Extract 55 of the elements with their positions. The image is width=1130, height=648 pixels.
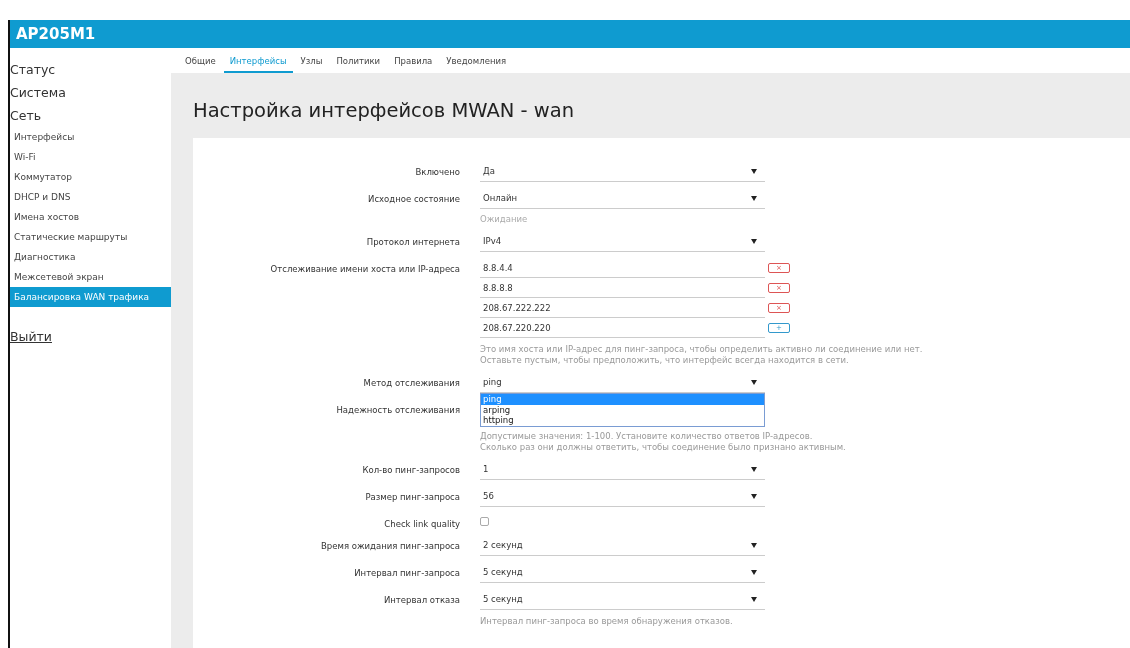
tab[interactable]: Правила (388, 48, 439, 73)
dropdown[interactable]: 1 (480, 459, 765, 480)
nav-item[interactable]: Сеть (10, 104, 48, 127)
nav-subitem[interactable]: Wi-Fi (10, 147, 171, 167)
nav-subitem[interactable]: Коммутатор (10, 167, 171, 187)
caret-icon (751, 596, 757, 602)
app-title: AP205M1 (16, 25, 96, 43)
status-note: Ожидание (480, 213, 528, 225)
dropdown[interactable]: Да (480, 161, 765, 182)
dropdown[interactable]: 5 секунд (480, 562, 765, 583)
caret-icon (751, 569, 757, 575)
caret-icon (751, 493, 757, 499)
tab[interactable]: Политики (330, 48, 387, 73)
dropdown[interactable]: 5 секунд (480, 589, 765, 610)
nav-subitem[interactable]: Интерфейсы (10, 127, 171, 147)
field-label: Интервал пинг-запроса (354, 567, 460, 578)
field-label: Кол-во пинг-запросов (362, 464, 460, 475)
caret-icon (751, 466, 757, 472)
field-label: Включено (415, 166, 460, 177)
nav-item[interactable]: Статус (10, 58, 62, 81)
field-label: Время ожидания пинг-запроса (321, 540, 460, 551)
dropdown[interactable]: 56 (480, 486, 765, 507)
field-label: Check link quality (384, 518, 460, 529)
dropdown-option[interactable]: httping (481, 415, 764, 426)
nav-item[interactable]: Система (10, 81, 72, 104)
dropdown[interactable]: IPv4 (480, 231, 765, 252)
caret-icon (751, 379, 757, 385)
help-text: Интервал пинг-запроса во время обнаружения отказов. (480, 616, 733, 627)
dropdown-option[interactable]: arping (481, 404, 764, 415)
nav-subitem[interactable]: Диагностика (10, 247, 171, 267)
dropdown[interactable]: 2 секунд (480, 535, 765, 556)
caret-icon (751, 168, 757, 174)
field-label: Надежность отслеживания (336, 404, 460, 415)
tab[interactable]: Общие (179, 48, 222, 73)
caret-icon (751, 238, 757, 244)
nav-subitem[interactable]: Статические маршруты (10, 227, 171, 247)
dropdown[interactable]: Онлайн (480, 188, 765, 209)
field-label: Отслеживание имени хоста или IP-адреса (270, 263, 460, 274)
field-label: Метод отслеживания (363, 377, 460, 388)
help-text: Это имя хоста или IP-адрес для пинг-запроса, чтобы определить активно ли соединение или нет. Оставьте пустым, чтобы предположить, что интерфейс всегда находится в сети. (480, 344, 923, 366)
logout-link[interactable]: Выйти (10, 329, 52, 344)
page-title: Настройка интерфейсов MWAN - wan (193, 99, 576, 122)
field-label: Исходное состояние (368, 193, 460, 204)
caret-icon (751, 195, 757, 201)
field-label: Протокол интернета (366, 236, 460, 247)
field-label: Интервал отказа (383, 594, 460, 605)
nav-subitem[interactable]: DHCP и DNS (10, 187, 171, 207)
nav-subitem[interactable]: Имена хостов (10, 207, 171, 227)
checkbox[interactable] (480, 517, 489, 526)
nav-subitem[interactable]: Межсетевой экран (10, 267, 171, 287)
field-label: Размер пинг-запроса (365, 491, 460, 502)
help-text: Допустимые значения: 1-100. Установите количество ответов IP-адресов. Сколько раз они должны ответить, чтобы соединение было признано активным. (480, 431, 846, 453)
tab[interactable]: Уведомления (440, 48, 513, 73)
tab[interactable]: Узлы (294, 48, 329, 73)
caret-icon (751, 542, 757, 548)
